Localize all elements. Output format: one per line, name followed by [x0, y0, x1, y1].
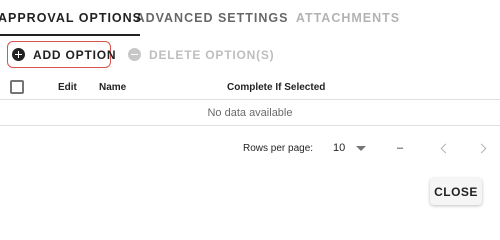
- tab-attachments[interactable]: ATTACHMENTS: [290, 0, 406, 36]
- close-button[interactable]: CLOSE: [430, 178, 482, 205]
- plus-circle-icon: [12, 48, 25, 61]
- rows-per-page-select[interactable]: 10: [333, 138, 369, 158]
- add-option-label: ADD OPTION: [33, 47, 117, 62]
- table-body: No data available: [0, 100, 500, 126]
- select-all-checkbox[interactable]: [10, 80, 24, 94]
- tab-advanced-settings[interactable]: ADVANCED SETTINGS: [136, 0, 288, 36]
- empty-state-text: No data available: [207, 107, 293, 119]
- tab-bar: APPROVAL OPTIONS ADVANCED SETTINGS ATTAC…: [0, 0, 500, 36]
- chevron-left-icon: [440, 143, 451, 153]
- page-range-text: –: [397, 142, 404, 154]
- column-header-complete-if-selected: Complete If Selected: [227, 82, 326, 93]
- table-pagination: Rows per page: 10 –: [0, 134, 500, 164]
- caret-down-icon: [356, 146, 366, 151]
- rows-per-page-label: Rows per page:: [243, 143, 314, 154]
- add-option-button[interactable]: ADD OPTION: [7, 41, 116, 68]
- tab-approval-options[interactable]: APPROVAL OPTIONS: [0, 0, 141, 36]
- delete-options-label: DELETE OPTION(S): [149, 47, 275, 62]
- previous-page-button[interactable]: [435, 139, 453, 157]
- next-page-button[interactable]: [474, 139, 492, 157]
- delete-options-button[interactable]: DELETE OPTION(S): [128, 41, 274, 68]
- table-header-row: Edit Name Complete If Selected: [0, 75, 500, 100]
- minus-circle-icon: [128, 48, 141, 61]
- column-header-name: Name: [99, 82, 127, 93]
- column-header-edit: Edit: [58, 82, 77, 93]
- table-toolbar: ADD OPTION DELETE OPTION(S): [0, 40, 500, 70]
- chevron-right-icon: [476, 143, 487, 153]
- active-tab-indicator: [0, 34, 140, 36]
- options-table: Edit Name Complete If Selected No data a…: [0, 75, 500, 126]
- rows-per-page-value: 10: [333, 142, 346, 154]
